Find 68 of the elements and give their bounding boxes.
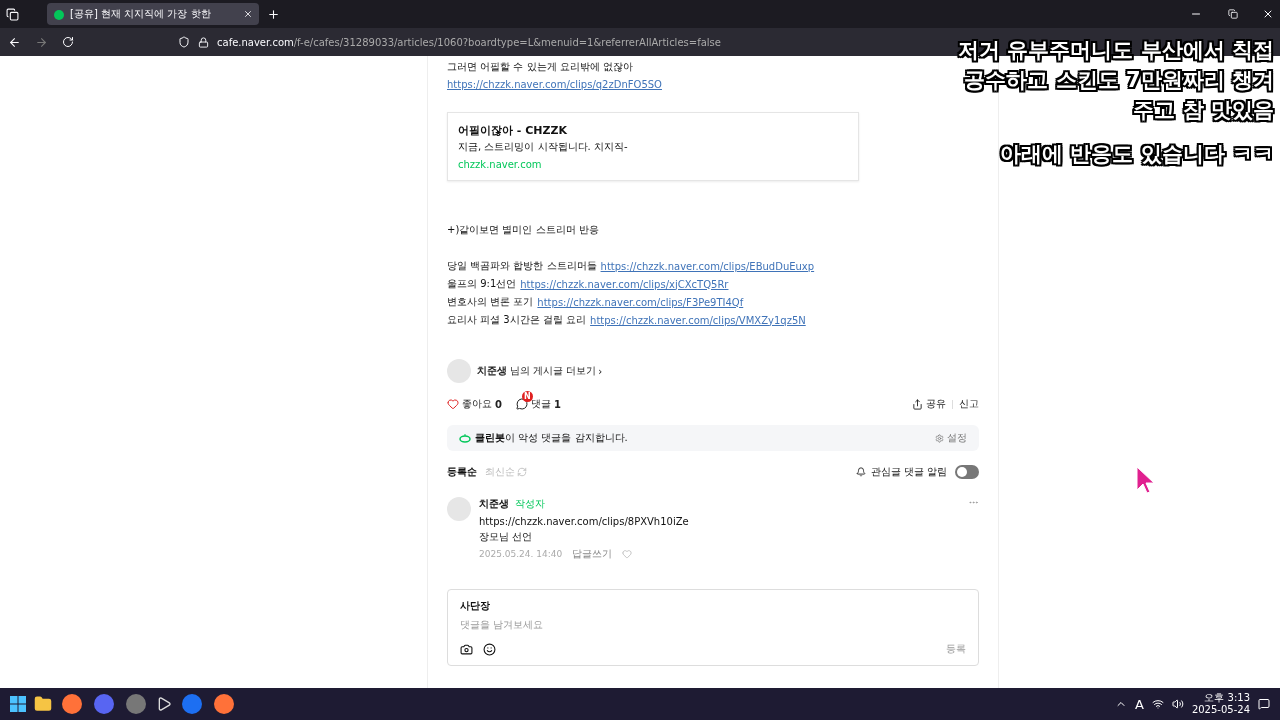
like-button[interactable]: 좋아요 0 xyxy=(447,397,502,411)
comment-icon xyxy=(515,398,528,410)
link-preview-card[interactable]: 어필이잖아 - CHZZK 지금, 스트리밍이 시작됩니다. 치지직- chzzk.naver.com xyxy=(447,112,859,181)
settings-icon xyxy=(935,433,944,443)
bell-icon xyxy=(855,467,866,477)
comment-text: 장모님 선언 xyxy=(479,530,534,544)
composer-user: 사단장 xyxy=(460,600,490,611)
caption-text: 주고 참 맛있음 xyxy=(1133,97,1274,124)
notification-icon[interactable] xyxy=(1258,698,1270,710)
close-icon[interactable] xyxy=(243,9,253,19)
app-icon[interactable] xyxy=(182,694,202,714)
post-text: +)같이보면 별미인 스트리머 반응 xyxy=(447,223,600,237)
comment-date: 2025.05.24. 14:40 xyxy=(479,549,563,559)
preview-title: 어필이잖아 - CHZZK xyxy=(458,123,568,138)
reload-icon[interactable] xyxy=(62,36,74,48)
windows-start-icon[interactable] xyxy=(10,696,26,712)
browser-tab[interactable]: [공유] 현재 치지직에 가장 핫한 xyxy=(47,3,259,25)
url-field[interactable]: cafe.naver.com/f-e/cafes/31289033/articles/1060?boardtype=L&menuid=1&referrerAllArticles=false xyxy=(217,36,721,48)
report-button[interactable]: 신고 xyxy=(959,397,979,411)
comment-text: https://chzzk.naver.com/clips/8PXVh10iZe xyxy=(479,515,690,529)
cleanbot-text: 클린봇이 악성 댓글을 감지합니다. xyxy=(475,431,628,445)
sort-tab[interactable]: 등록순 xyxy=(447,465,477,479)
heart-icon xyxy=(447,398,459,410)
post-text: 그러면 어필할 수 있는게 요리밖에 없잖아 xyxy=(447,60,634,74)
clip-link[interactable]: https://chzzk.naver.com/clips/VMXZy1qz5N xyxy=(590,314,806,326)
shield-icon[interactable] xyxy=(178,36,190,48)
clip-link[interactable]: https://chzzk.naver.com/clips/xjCXcTQ5Rr xyxy=(520,278,729,290)
back-icon[interactable] xyxy=(8,35,21,49)
clip-link[interactable]: https://chzzk.naver.com/clips/F3Pe9TI4Qf xyxy=(537,296,744,308)
notify-label: 관심글 댓글 알림 xyxy=(870,465,947,479)
mouse-pointer-icon xyxy=(1136,466,1156,494)
clip-caption: 울프의 9:1선언 xyxy=(447,277,517,291)
notify-toggle[interactable] xyxy=(955,465,979,479)
chevron-icon: › xyxy=(598,365,603,377)
restore-icon[interactable] xyxy=(1228,9,1238,19)
lock-icon[interactable] xyxy=(198,36,209,48)
clip-link[interactable]: https://chzzk.naver.com/clips/q2zDnFO5SO xyxy=(447,79,662,90)
caption-text: 저거 유부주머니도 부산에서 칙접 xyxy=(958,37,1274,64)
app-icon[interactable] xyxy=(126,694,146,714)
folder-icon[interactable] xyxy=(34,695,52,713)
caption-text: 아래에 반응도 있습니다 ㅋㅋ xyxy=(1000,141,1274,168)
new-tab-icon[interactable] xyxy=(267,7,280,21)
comment-author: 치준생 xyxy=(479,497,509,511)
share-icon xyxy=(912,398,923,410)
clip-caption: 변호사의 변론 포기 xyxy=(447,295,534,309)
emoji-icon[interactable] xyxy=(483,642,496,656)
clip-caption: 당일 백곰파와 합방한 스트리머들 xyxy=(447,259,597,273)
share-button[interactable]: 공유 xyxy=(912,397,946,411)
clip-caption: 요리사 피셜 3시간은 걸릴 요리 xyxy=(447,313,587,327)
avatar xyxy=(447,497,471,521)
wifi-icon[interactable] xyxy=(1151,698,1164,710)
avatar xyxy=(447,359,471,383)
preview-description: 지금, 스트리밍이 시작됩니다. 치지직- xyxy=(458,140,629,154)
tab-list-icon[interactable] xyxy=(6,7,19,21)
clip-link[interactable]: https://chzzk.naver.com/clips/EBudDuEuxp xyxy=(600,260,815,272)
volume-icon[interactable] xyxy=(1171,698,1184,710)
settings-button[interactable]: 설정 xyxy=(935,431,967,445)
ime-indicator[interactable]: A xyxy=(1134,696,1144,712)
camera-icon[interactable] xyxy=(460,642,473,656)
caption-text: 공수하고 스킨도 7만원짜리 챙겨 xyxy=(964,67,1274,94)
close-window-icon[interactable] xyxy=(1262,8,1274,20)
writer-tag: 작성자 xyxy=(515,497,545,511)
forward-icon[interactable] xyxy=(35,35,48,49)
author-posts-link[interactable]: 치준생 님의 게시글 더보기 xyxy=(477,364,597,378)
clock[interactable]: 오후 3:13 2025-05-24 xyxy=(1191,692,1250,716)
reply-button[interactable]: 답글쓰기 xyxy=(572,547,613,561)
preview-domain: chzzk.naver.com xyxy=(458,159,543,170)
new-badge: N xyxy=(521,391,533,402)
